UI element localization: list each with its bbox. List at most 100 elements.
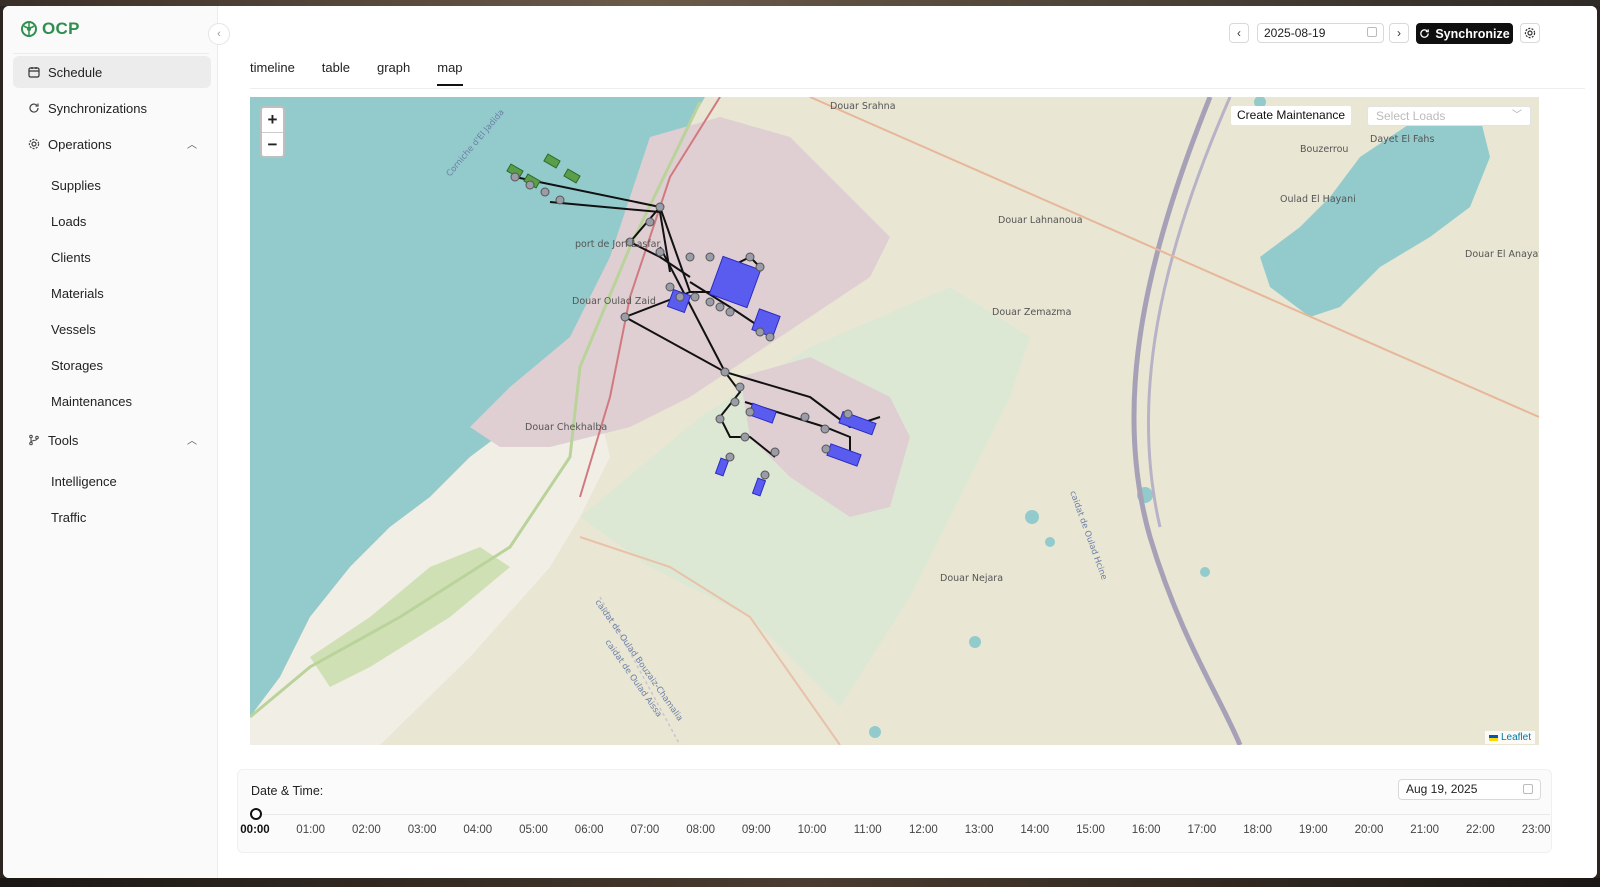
time-tick-label: 14:00 [1020,824,1050,836]
time-tick-label: 04:00 [463,824,493,836]
sidebar-item-vessels[interactable]: Vessels [51,320,96,340]
sidebar-item-operations[interactable]: Operations ︿ [13,128,211,160]
sidebar-item-loads[interactable]: Loads [51,212,86,232]
sidebar-item-materials[interactable]: Materials [51,284,104,304]
time-tick-label: 12:00 [909,824,938,836]
time-tick-label: 22:00 [1466,824,1495,836]
sidebar-item-schedule[interactable]: Schedule [13,56,211,88]
map-place-label: Douar Chekhalba [525,422,607,433]
create-maintenance-button[interactable]: Create Maintenance [1231,106,1352,125]
attribution-text: Leaflet [1500,732,1531,743]
sidebar-item-storages[interactable]: Storages [51,356,103,376]
ocp-logo-icon [21,21,37,37]
tab-table[interactable]: table [322,60,350,84]
date-picker[interactable]: 2025-08-19 [1257,23,1384,43]
sidebar-item-label: Schedule [48,64,103,80]
select-loads-dropdown[interactable]: Select Loads ﹀ [1367,106,1531,126]
chevron-left-icon: ‹ [1237,26,1241,40]
date-time-label: Date & Time: [251,784,324,798]
timeline-date-picker[interactable]: Aug 19, 2025 [1398,779,1541,800]
view-tabs: timeline table graph map [250,60,490,86]
desktop-bottom-edge [0,878,1600,887]
brand-logo[interactable]: OCP [19,19,80,39]
refresh-icon [1420,29,1430,38]
map-attribution[interactable]: Leaflet [1484,731,1535,744]
map-place-label: Douar Srahna [830,101,896,112]
tab-graph[interactable]: graph [377,60,410,84]
sidebar-item-tools[interactable]: Tools ︿ [13,424,211,456]
time-tick-label: 07:00 [630,824,660,836]
main-content: ‹ 2025-08-19 › Synchronize timeline tabl… [218,6,1597,878]
sidebar-item-clients[interactable]: Clients [51,248,91,268]
time-slider-handle[interactable] [250,808,262,820]
sidebar-item-maintenances[interactable]: Maintenances [51,392,132,412]
time-tick-label: 08:00 [686,824,715,836]
time-slider-track[interactable] [255,814,1550,815]
next-day-button[interactable]: › [1389,23,1409,43]
time-tick-label: 03:00 [407,824,437,836]
synchronize-label: Synchronize [1435,26,1510,41]
sidebar-item-synchronizations[interactable]: Synchronizations [13,92,211,124]
gear-icon [27,138,40,151]
time-tick-label: 15:00 [1076,824,1105,836]
date-value: 2025-08-19 [1264,26,1326,40]
calendar-icon [1523,784,1533,794]
app-window: OCP Schedule Synchronizations Operations… [3,6,1597,878]
time-tick-label: 01:00 [296,824,326,836]
sidebar-item-intelligence[interactable]: Intelligence [51,472,117,492]
map-place-label: Oulad El Hayani [1280,194,1356,205]
chevron-down-icon: ﹀ [1512,110,1522,121]
calendar-icon [27,66,40,79]
map-place-label: Dayet El Fahs [1370,134,1434,145]
time-tick-label: 00:00 [240,824,270,836]
timeline-panel: Date & Time: Aug 19, 2025 00:00 01:00 02:0… [237,769,1552,853]
map-place-label: port de Jorf Lasfar [575,239,661,250]
synchronize-button[interactable]: Synchronize [1416,23,1513,44]
sidebar-item-label: Synchronizations [48,100,147,116]
zoom-out-button[interactable]: − [262,132,283,156]
flag-icon [1488,734,1498,741]
time-tick-label: 18:00 [1243,824,1272,836]
sidebar-item-supplies[interactable]: Supplies [51,176,101,196]
map-view[interactable]: Douar Srahna Douar Lahnanoua Douar Zemaz… [250,97,1539,745]
map-place-label: Douar Zemazma [992,307,1071,318]
time-tick-label: 17:00 [1187,824,1217,836]
time-tick-label: 02:00 [352,824,381,836]
refresh-icon [27,102,40,115]
sidebar: OCP Schedule Synchronizations Operations… [3,6,218,878]
map-place-label: Douar Oulad Zaid [572,296,656,307]
time-tick-label: 13:00 [964,824,994,836]
map-place-label: Douar El Anayat [1465,249,1539,260]
time-tick-label: 21:00 [1410,824,1440,836]
map-place-label: Bouzerrou [1300,144,1348,155]
gear-icon [1524,27,1536,39]
tab-map[interactable]: map [437,60,463,86]
time-tick-label: 19:00 [1298,824,1328,836]
select-loads-placeholder: Select Loads [1376,109,1446,123]
tabs-divider [250,88,1585,89]
map-place-label: Douar Lahnanoua [998,215,1083,226]
chevron-right-icon: › [1397,26,1401,40]
time-tick-label: 20:00 [1354,824,1384,836]
sidebar-divider [13,53,209,54]
prev-day-button[interactable]: ‹ [1229,23,1249,43]
sidebar-item-traffic[interactable]: Traffic [51,508,86,528]
brand-name: OCP [42,19,80,38]
time-tick-label: 11:00 [853,824,882,836]
time-tick-label: 06:00 [574,824,604,836]
chevron-up-icon: ︿ [187,140,197,151]
collapse-sidebar-button[interactable]: ‹ [208,23,230,45]
sidebar-item-label: Operations [48,136,112,152]
zoom-in-button[interactable]: + [262,108,283,132]
settings-button[interactable] [1520,23,1540,43]
time-tick-label: 10:00 [797,824,827,836]
calendar-icon [1367,27,1377,37]
sidebar-item-label: Tools [48,432,79,448]
tab-timeline[interactable]: timeline [250,60,295,84]
time-tick-label: 05:00 [519,824,548,836]
time-tick-label: 23:00 [1521,824,1551,836]
map-tiles: Douar Srahna Douar Lahnanoua Douar Zemaz… [250,97,1539,745]
zoom-control: + − [260,106,285,158]
chevron-left-icon: ‹ [217,28,221,40]
map-place-label: Douar Nejara [940,573,1003,584]
